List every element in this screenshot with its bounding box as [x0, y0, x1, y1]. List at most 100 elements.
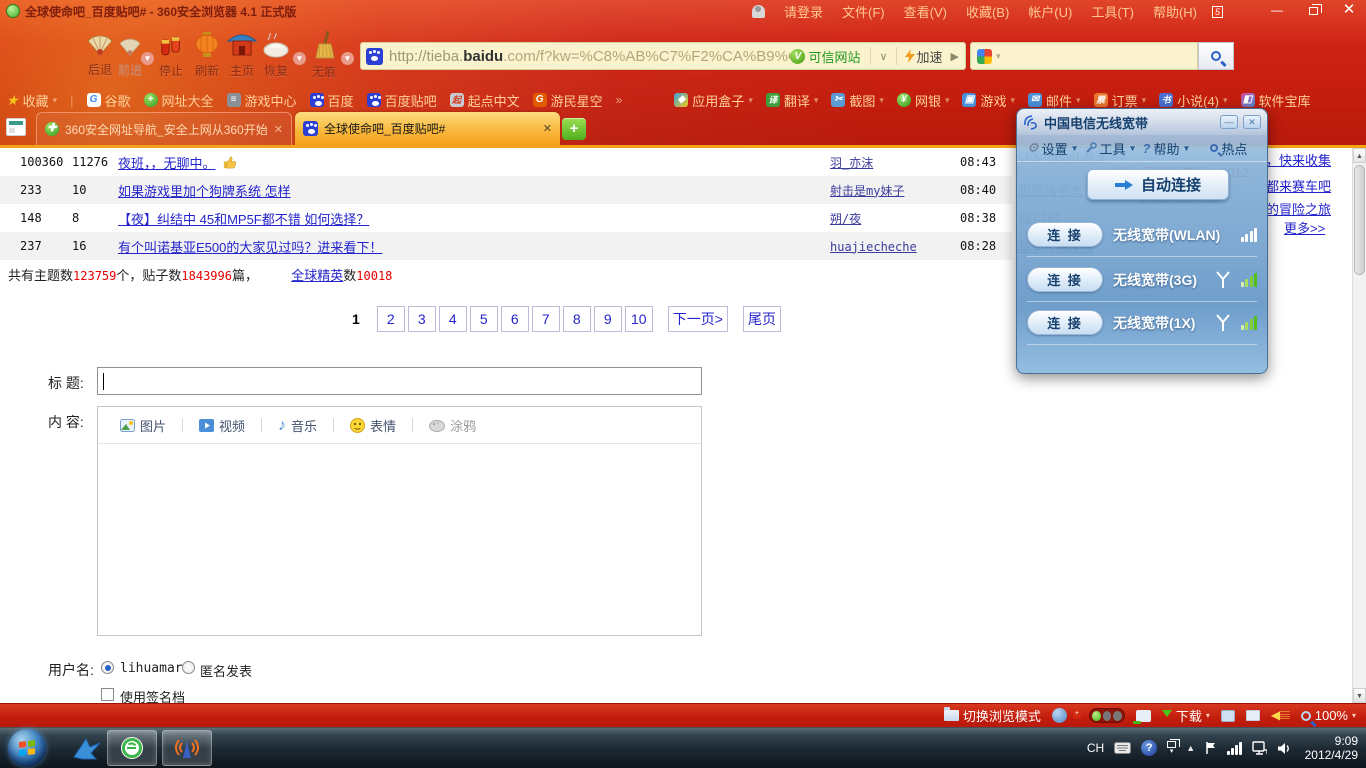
search-engine-icon[interactable]	[977, 48, 992, 64]
thread-row[interactable]: 233 10 如果游戏里加个狗牌系统 怎样 射击是my妹子 08:40	[0, 176, 1012, 204]
connect-1x-button[interactable]: 连 接	[1027, 310, 1103, 335]
speedup-button[interactable]: 加速	[901, 47, 947, 66]
bookmark-games[interactable]: ▣ 游戏 ▾	[962, 91, 1015, 110]
connect-wlan-button[interactable]: 连 接	[1027, 222, 1103, 247]
bookmark-sites[interactable]: + 网址大全	[143, 91, 214, 110]
bookmark-baidu[interactable]: 百度	[309, 91, 354, 110]
menu-help[interactable]: 帮助(H)	[1153, 2, 1197, 21]
scroll-down-arrow[interactable]: ▼	[1353, 688, 1366, 703]
next-page-link[interactable]: 下一页>	[667, 306, 728, 332]
page-link[interactable]: 8	[562, 306, 591, 332]
thread-author-link[interactable]: huajiecheche	[830, 240, 917, 254]
stop-button[interactable]: 停止	[152, 33, 190, 79]
page-link[interactable]: 9	[593, 306, 622, 332]
language-indicator[interactable]: CH	[1087, 741, 1104, 755]
thread-row[interactable]: 100360 11276 夜班，，无聊中。 羽_亦沫 08:43	[0, 148, 1012, 176]
keyboard-icon[interactable]	[1114, 742, 1132, 754]
bookmark-ebank[interactable]: ¥ 网银 ▾	[896, 91, 949, 110]
page-link[interactable]: 6	[500, 306, 529, 332]
reading-mode-icon[interactable]	[1220, 709, 1235, 722]
thread-row[interactable]: 148 8 【夜】纠结中 45和MP5F都不错 如何选择？ 朔/夜 08:38	[0, 204, 1012, 232]
page-link[interactable]: 2	[376, 306, 405, 332]
speaker-icon[interactable]: ◀𝄙	[1271, 708, 1290, 723]
action-center-flag-icon[interactable]	[1205, 741, 1217, 755]
search-box[interactable]: ▾	[970, 42, 1198, 70]
thread-title-link[interactable]: 夜班，，无聊中。	[118, 153, 216, 172]
page-scrollbar[interactable]: ▲ ▼	[1352, 148, 1366, 703]
more-link[interactable]: 更多>>	[1284, 218, 1325, 237]
side-promo-link[interactable]: 的冒险之旅	[1266, 199, 1331, 218]
new-tab-button[interactable]: +	[562, 118, 586, 140]
network-connection-icon[interactable]	[1251, 741, 1267, 755]
page-link[interactable]: 4	[438, 306, 467, 332]
settings-menu[interactable]: ⚙ 设置 ▼	[1027, 139, 1079, 158]
search-button[interactable]	[1198, 42, 1234, 70]
menu-account[interactable]: 帐户(U)	[1028, 2, 1072, 21]
anonymous-radio[interactable]	[182, 661, 195, 674]
help-menu[interactable]: ? 帮助 ▼	[1143, 139, 1191, 158]
incognito-dropdown[interactable]: ▼	[341, 52, 354, 65]
page-link[interactable]: 5	[469, 306, 498, 332]
doodle-button[interactable]: 涂鸦	[429, 416, 476, 435]
thread-title-link[interactable]: 如果游戏里加个狗牌系统 怎样	[118, 181, 291, 200]
url-text[interactable]: http://tieba.baidu.com/f?kw=%C8%AB%C7%F2…	[389, 48, 790, 65]
page-link[interactable]: 10	[624, 306, 653, 332]
tab-active-tieba[interactable]: 全球使命吧_百度贴吧# ✕	[295, 112, 560, 145]
telecom-dialog-titlebar[interactable]: 中国电信无线宽带 — ✕	[1017, 109, 1267, 135]
url-dropdown-chevron[interactable]: ∨	[875, 50, 891, 63]
bookmark-tieba[interactable]: 百度贴吧	[366, 91, 437, 110]
bookmark-appbox[interactable]: ◆ 应用盒子 ▾	[674, 91, 753, 110]
bookmark-qidian[interactable]: 起起点中文	[449, 91, 520, 110]
bookmark-game-center[interactable]: ≡ 游戏中心	[226, 91, 297, 110]
signature-checkbox[interactable]	[101, 688, 114, 701]
thread-author-link[interactable]: 朔/夜	[830, 212, 861, 226]
bookmark-google[interactable]: G 谷歌	[86, 91, 131, 110]
username-radio[interactable]	[101, 661, 114, 674]
address-bar[interactable]: http://tieba.baidu.com/f?kw=%C8%AB%C7%F2…	[360, 42, 966, 70]
title-input[interactable]	[97, 367, 702, 395]
insert-image-button[interactable]: 图片	[120, 416, 166, 435]
trusted-site-label[interactable]: 可信网站	[808, 47, 860, 66]
refresh-button[interactable]: 刷新	[188, 31, 226, 79]
side-promo-link[interactable]: ，快来收集	[1266, 150, 1331, 169]
sidebar-toggle-icon[interactable]	[1245, 710, 1260, 721]
tab-inactive-360nav[interactable]: ✚ 360安全网址导航_安全上网从360开始 ✕	[36, 112, 292, 145]
bookmark-software[interactable]: ◧ 软件宝库	[1240, 91, 1311, 110]
scroll-up-arrow[interactable]: ▲	[1353, 148, 1366, 163]
tab-close-icon[interactable]: ✕	[543, 122, 552, 135]
go-button[interactable]: ▶	[947, 50, 965, 63]
window-switch-tray-icon[interactable]: ▾	[1167, 739, 1181, 755]
bookmark-mail[interactable]: ✉ 邮件 ▾	[1028, 91, 1081, 110]
scrollbar-thumb[interactable]	[1354, 165, 1365, 275]
bookmark-novels[interactable]: 书小说(4) ▾	[1159, 91, 1228, 110]
bookmark-gamersky[interactable]: G 游民星空	[532, 91, 603, 110]
menu-tools[interactable]: 工具(T)	[1091, 2, 1134, 21]
minimize-button[interactable]: —	[1266, 2, 1288, 18]
page-link[interactable]: 3	[407, 306, 436, 332]
volume-icon[interactable]	[1277, 742, 1291, 755]
menu-view[interactable]: 查看(V)	[904, 2, 947, 21]
tools-menu[interactable]: 工具 ▼	[1085, 139, 1137, 158]
incognito-button[interactable]: 无痕	[303, 30, 345, 80]
tab-close-icon[interactable]: ✕	[274, 123, 283, 136]
menu-favorites[interactable]: 收藏(B)	[966, 2, 1009, 21]
show-hidden-icons[interactable]: ▲	[1186, 743, 1195, 753]
thread-title-link[interactable]: 有个叫诺基亚E500的大家见过吗？进来看下！	[118, 237, 382, 256]
browse-mode-toggle[interactable]: 切换浏览模式	[943, 706, 1041, 725]
thread-title-link[interactable]: 【夜】纠结中 45和MP5F都不错 如何选择？	[118, 209, 369, 228]
home-button[interactable]: 主页	[223, 32, 261, 79]
boss-key-icon[interactable]	[1132, 709, 1151, 724]
search-engine-dropdown[interactable]: ▾	[996, 51, 1001, 62]
network-signal-icon[interactable]	[1227, 741, 1242, 755]
auto-connect-button[interactable]: 自动连接	[1087, 169, 1229, 200]
menu-file[interactable]: 文件(F)	[842, 2, 885, 21]
network-globe-icon[interactable]	[1051, 708, 1067, 723]
dialog-close-button[interactable]: ✕	[1243, 115, 1261, 129]
close-button[interactable]: ✕	[1338, 2, 1360, 18]
help-tray-icon[interactable]: ?	[1141, 740, 1158, 756]
flash-block-toggle[interactable]	[1088, 708, 1125, 723]
taskbar-app-360browser[interactable]	[107, 730, 157, 766]
last-page-link[interactable]: 尾页	[742, 306, 781, 332]
page-link[interactable]: 7	[531, 306, 560, 332]
telecom-dialog[interactable]: 中国电信无线宽带 — ✕ ⚙ 设置 ▼ 工具 ▼ ? 帮助 ▼ 热点 自动连接 连 接 无…	[1016, 108, 1268, 374]
